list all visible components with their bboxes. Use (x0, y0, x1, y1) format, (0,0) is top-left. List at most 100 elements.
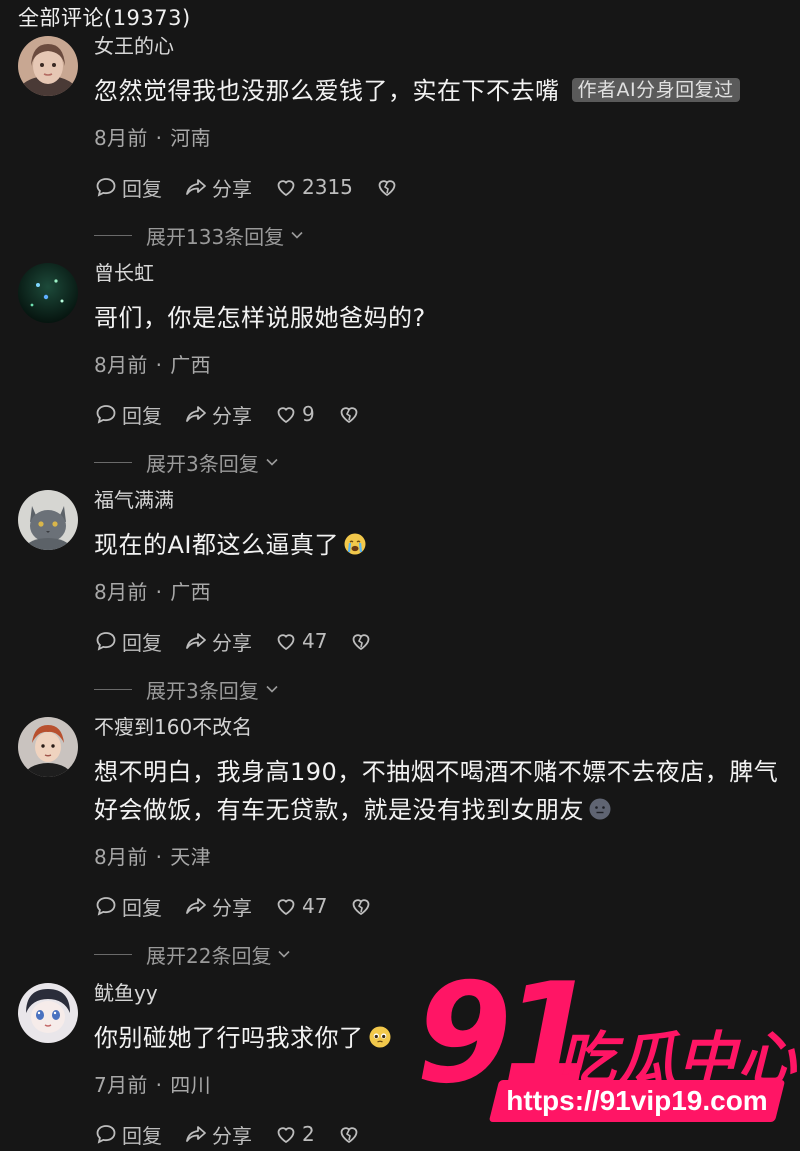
like-button[interactable]: 2315 (274, 175, 353, 199)
comment-username[interactable]: 福气满满 (94, 484, 782, 516)
chevron-down-icon (278, 950, 291, 958)
comment-meta: 8月前 · 广西 (94, 351, 782, 379)
avatar-cat-icon[interactable] (18, 490, 78, 550)
heart-icon (277, 899, 295, 916)
heart-icon (277, 180, 295, 197)
chevron-down-icon (266, 685, 278, 693)
like-count: 47 (302, 894, 328, 918)
expand-replies-label: 展开22条回复 (146, 943, 272, 968)
watermark-logo: 91 吃瓜中心 https://91vip19.com (408, 954, 800, 1132)
comment-location: 河南 (170, 126, 211, 150)
comment-text: 现在的AI都这么逼真了 (94, 526, 782, 564)
comments-header: 全部评论(19373) (18, 6, 191, 30)
comment-username[interactable]: 女王的心 (94, 30, 782, 62)
reply-button[interactable]: 回复 (94, 627, 162, 656)
share-label: 分享 (212, 1123, 252, 1148)
chevron-down-icon (266, 458, 278, 466)
broken-heart-icon (340, 407, 358, 424)
avatar-night-lights-icon[interactable] (18, 263, 78, 323)
comment-text-content: 忽然觉得我也没那么爱钱了，实在下不去嘴 (94, 77, 560, 105)
share-button[interactable]: 分享 (184, 173, 252, 202)
meta-separator: · (155, 1073, 163, 1097)
comment-text-content: 现在的AI都这么逼真了 (94, 531, 339, 559)
share-label: 分享 (212, 403, 252, 428)
comment-actions: 回复 分享 47 (94, 889, 782, 923)
comment-meta: 8月前 · 天津 (94, 843, 782, 871)
meta-separator: · (155, 353, 163, 377)
pleading-emoji-icon (369, 1026, 390, 1048)
reply-label: 回复 (122, 176, 162, 201)
comment-actions: 回复 分享 9 (94, 397, 782, 431)
author-ai-reply-badge: 作者AI分身回复过 (571, 78, 740, 102)
avatar-girl-icon[interactable] (18, 36, 78, 96)
comment-location: 广西 (170, 580, 211, 604)
comment-text: 忽然觉得我也没那么爱钱了，实在下不去嘴 作者AI分身回复过 (94, 72, 782, 110)
like-button[interactable]: 47 (274, 894, 327, 918)
share-label: 分享 (212, 176, 252, 201)
watermark-url: https://91vip19.com (506, 1085, 768, 1116)
expand-replies-button[interactable]: 展开3条回复 (94, 674, 782, 704)
reply-label: 回复 (122, 403, 162, 428)
like-count: 2 (302, 1122, 315, 1146)
expand-divider (94, 688, 132, 690)
expand-replies-label: 展开3条回复 (146, 451, 259, 476)
reply-button[interactable]: 回复 (94, 400, 162, 429)
share-arrow-icon (186, 633, 206, 649)
share-arrow-icon (186, 406, 206, 422)
avatar-man-icon[interactable] (18, 717, 78, 777)
like-button[interactable]: 2 (274, 1122, 315, 1146)
expand-replies-label: 展开133条回复 (146, 224, 285, 249)
expand-divider (94, 461, 132, 463)
heart-icon (277, 634, 295, 651)
expand-divider (94, 234, 132, 236)
comment-location: 四川 (170, 1073, 211, 1097)
share-button[interactable]: 分享 (184, 627, 252, 656)
comment-username[interactable]: 不瘦到160不改名 (94, 711, 782, 743)
comment-text: 哥们，你是怎样说服她爸妈的? (94, 304, 426, 332)
share-arrow-icon (186, 898, 206, 914)
comment-actions: 回复 分享 47 (94, 624, 782, 658)
comment-text-content: 你别碰她了行吗我求你了 (94, 1024, 364, 1052)
expand-replies-button[interactable]: 展开133条回复 (94, 220, 782, 250)
meta-separator: · (155, 126, 163, 150)
like-button[interactable]: 9 (274, 402, 315, 426)
comment-time: 7月前 (94, 1073, 148, 1097)
comment-actions: 回复 分享 2315 (94, 170, 782, 204)
chevron-down-icon (291, 231, 303, 239)
share-button[interactable]: 分享 (184, 400, 252, 429)
comment-text-content: 想不明白，我身高190，不抽烟不喝酒不赌不嫖不去夜店，脾气好会做饭，有车无贷款，… (94, 758, 779, 824)
broken-heart-icon (340, 1127, 358, 1144)
like-count: 2315 (302, 175, 353, 199)
chat-bubble-icon (96, 405, 116, 424)
reply-button[interactable]: 回复 (94, 892, 162, 921)
expand-divider (94, 953, 132, 955)
comment-meta: 8月前 · 广西 (94, 578, 782, 606)
chat-bubble-icon (96, 897, 116, 916)
broken-heart-icon (353, 899, 370, 916)
share-label: 分享 (212, 895, 252, 920)
dislike-button[interactable] (349, 894, 373, 918)
expand-replies-button[interactable]: 展开3条回复 (94, 447, 782, 477)
share-button[interactable]: 分享 (184, 1120, 252, 1149)
avatar-anime-icon[interactable] (18, 983, 78, 1043)
expand-replies-label: 展开3条回复 (146, 678, 259, 703)
like-count: 9 (302, 402, 315, 426)
dislike-button[interactable] (375, 175, 399, 199)
share-arrow-icon (186, 179, 206, 195)
reply-label: 回复 (122, 895, 162, 920)
comment-location: 广西 (170, 353, 211, 377)
comment-username[interactable]: 曾长虹 (94, 257, 782, 289)
like-button[interactable]: 47 (274, 629, 327, 653)
dislike-button[interactable] (349, 629, 373, 653)
reply-button[interactable]: 回复 (94, 1120, 162, 1149)
reply-button[interactable]: 回复 (94, 173, 162, 202)
share-label: 分享 (212, 630, 252, 655)
like-count: 47 (302, 629, 328, 653)
dislike-button[interactable] (337, 402, 361, 426)
comment-text: 想不明白，我身高190，不抽烟不喝酒不赌不嫖不去夜店，脾气好会做饭，有车无贷款，… (94, 753, 782, 829)
speechless-emoji-icon (589, 798, 611, 820)
heart-icon (277, 407, 295, 424)
dislike-button[interactable] (337, 1122, 361, 1146)
chat-bubble-icon (96, 1125, 116, 1144)
share-button[interactable]: 分享 (184, 892, 252, 921)
